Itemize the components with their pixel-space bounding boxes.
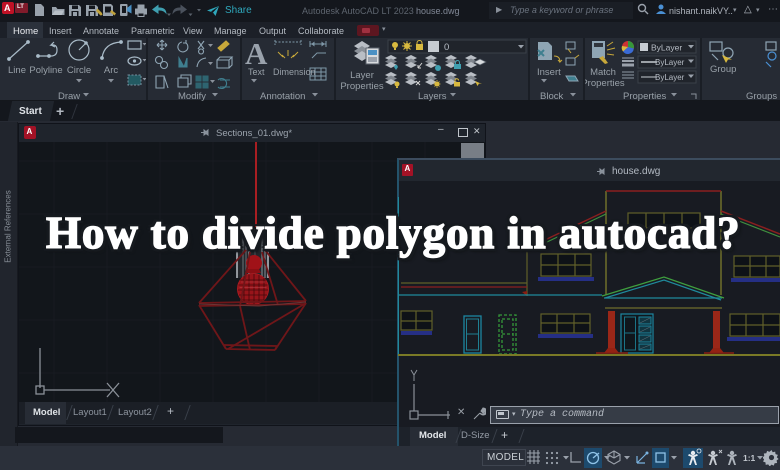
svg-text:Circle: Circle bbox=[67, 65, 91, 76]
svg-text:Text: Text bbox=[248, 67, 265, 77]
svg-text:Match: Match bbox=[590, 67, 616, 78]
svg-text:ByLayer: ByLayer bbox=[651, 43, 682, 53]
svg-text:Dimension: Dimension bbox=[273, 67, 316, 77]
svg-text:Group: Group bbox=[710, 64, 736, 75]
svg-text:0: 0 bbox=[444, 42, 449, 53]
svg-text:Polyline: Polyline bbox=[29, 65, 62, 76]
svg-text:Layer: Layer bbox=[350, 70, 374, 81]
svg-text:ByLayer: ByLayer bbox=[655, 58, 685, 67]
svg-text:Insert: Insert bbox=[537, 67, 561, 78]
svg-text:Properties: Properties bbox=[585, 78, 625, 89]
svg-text:ByLayer: ByLayer bbox=[655, 73, 685, 82]
svg-text:1:1: 1:1 bbox=[743, 453, 756, 463]
svg-text:Line: Line bbox=[8, 65, 26, 76]
svg-text:Properties: Properties bbox=[340, 81, 384, 92]
svg-text:Arc: Arc bbox=[104, 65, 119, 76]
